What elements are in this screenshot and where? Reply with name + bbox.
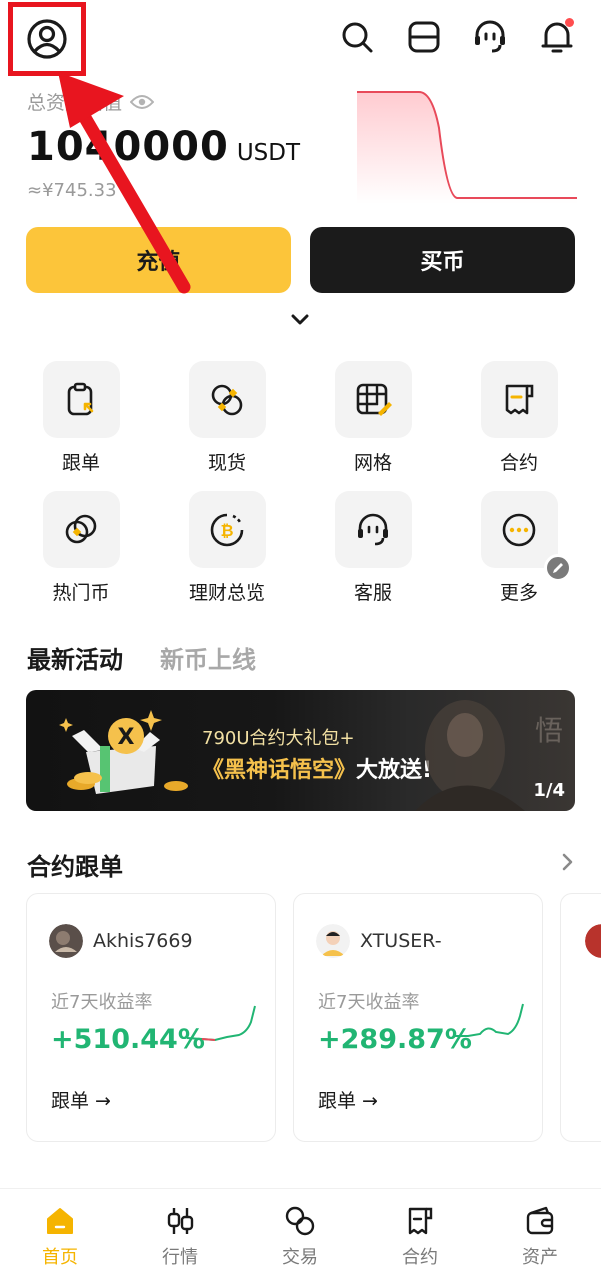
edit-icon[interactable] — [543, 554, 572, 582]
grid-item-customer-service[interactable]: 客服 — [313, 491, 433, 611]
balance-amount: 1040000 — [27, 124, 229, 170]
search-icon — [342, 22, 373, 53]
contract-icon — [480, 361, 558, 438]
copy-trade-icon — [42, 361, 120, 438]
grid-item-earn-overview[interactable]: ₿ 理财总览 — [167, 491, 287, 611]
tab-new-listings[interactable]: 新币上线 — [160, 640, 256, 675]
nav-market[interactable]: 行情 — [140, 1205, 220, 1269]
grid-item-more[interactable]: 更多 — [459, 491, 579, 611]
copy-trade-title: 合约跟单 — [27, 853, 123, 881]
nav-label: 资产 — [522, 1247, 558, 1268]
grid-label: 网格 — [353, 452, 392, 474]
grid-label: 客服 — [353, 582, 392, 604]
notification-dot — [565, 18, 574, 27]
banner-line-2-highlight: 《黑神话悟空》 — [202, 758, 357, 783]
svg-text:₿: ₿ — [220, 521, 233, 540]
grid-label: 合约 — [499, 452, 538, 474]
bottom-nav: 首页 行情 交易 合约 资产 — [0, 1188, 601, 1280]
grid-label: 热门币 — [52, 582, 110, 604]
svg-text:悟: 悟 — [535, 714, 563, 747]
trader-sparkline — [187, 1005, 256, 1042]
nav-label: 行情 — [162, 1247, 198, 1268]
balance-unit: USDT — [236, 140, 301, 166]
trade-icon — [285, 1206, 315, 1236]
avatar — [49, 924, 83, 958]
trader-info: XTUSER- — [316, 924, 442, 958]
grid-label: 跟单 — [61, 452, 100, 474]
banner-pagination: 1/4 — [533, 780, 565, 801]
notification-button[interactable] — [538, 18, 576, 56]
grid-item-spot[interactable]: 现货 — [167, 361, 287, 481]
trader-card[interactable]: Akhis7669 近7天收益率 +510.44% 跟单 → — [26, 893, 276, 1142]
banner-line-1: 790U合约大礼包+ — [202, 728, 355, 749]
profile-button[interactable] — [8, 2, 86, 76]
grid-item-copy-trade[interactable]: 跟单 — [21, 361, 141, 481]
chevron-right-icon — [562, 853, 573, 871]
trader-sparkline — [454, 1003, 524, 1037]
balance-cny: ≈¥745.33 — [27, 180, 117, 201]
scan-icon — [408, 21, 440, 53]
avatar — [585, 924, 601, 958]
grid-item-contract[interactable]: 合约 — [459, 361, 579, 481]
chevron-down-icon — [291, 314, 309, 325]
balance-label: 总资产估值 — [27, 88, 155, 115]
grid-icon — [334, 361, 412, 438]
trader-card[interactable]: XTUSER- 近7天收益率 +289.87% 跟单 → — [293, 893, 543, 1142]
return-value: +510.44% — [51, 1024, 205, 1055]
buy-crypto-button[interactable]: 买币 — [310, 227, 575, 293]
balance-value: 1040000 USDT — [27, 124, 300, 170]
nav-label: 合约 — [402, 1247, 438, 1268]
home-icon — [47, 1208, 73, 1234]
gift-box-illustration: X — [59, 710, 188, 794]
scan-button[interactable] — [405, 18, 443, 56]
return-label: 近7天收益率 — [318, 992, 420, 1013]
balance-label-text: 总资产估值 — [27, 92, 123, 114]
trader-name: XTUSER- — [360, 930, 442, 952]
grid-label: 理财总览 — [188, 582, 265, 604]
trader-name: Akhis7669 — [93, 930, 193, 952]
trader-info: Akhis7669 — [49, 924, 193, 958]
balance-sparkline — [357, 91, 577, 204]
grid-item-grid-trading[interactable]: 网格 — [313, 361, 433, 481]
return-value: +289.87% — [318, 1024, 472, 1055]
contract-icon — [408, 1207, 433, 1235]
svg-text:X: X — [118, 725, 135, 750]
nav-home[interactable]: 首页 — [20, 1205, 100, 1269]
earn-icon: ₿ — [188, 491, 266, 568]
tab-latest-activities[interactable]: 最新活动 — [27, 640, 123, 675]
grid-label: 更多 — [499, 582, 538, 604]
wallet-icon — [526, 1206, 554, 1235]
user-icon — [27, 19, 67, 59]
hot-coin-icon — [42, 491, 120, 568]
avatar — [316, 924, 350, 958]
grid-label: 现货 — [207, 452, 246, 474]
market-icon — [167, 1208, 194, 1234]
top-bar — [0, 0, 601, 80]
follow-button[interactable]: 跟单 → — [51, 1086, 111, 1113]
trader-card-partial[interactable] — [560, 893, 601, 1142]
promo-banner[interactable]: X 790U合约大礼包+ 《黑神话悟空》大放送! 悟 1/4 — [26, 690, 575, 811]
headset-icon — [475, 20, 505, 53]
nav-trade[interactable]: 交易 — [260, 1205, 340, 1269]
support-button[interactable] — [471, 18, 509, 56]
expand-button[interactable] — [288, 310, 312, 330]
spot-icon — [188, 361, 266, 438]
search-button[interactable] — [338, 18, 376, 56]
support-icon — [334, 491, 412, 568]
follow-button[interactable]: 跟单 → — [318, 1086, 378, 1113]
nav-assets[interactable]: 资产 — [500, 1205, 580, 1269]
nav-label: 首页 — [42, 1247, 78, 1268]
deposit-button[interactable]: 充值 — [26, 227, 291, 293]
more-icon — [480, 491, 572, 582]
copy-trade-more-button[interactable] — [558, 850, 578, 874]
nav-contract[interactable]: 合约 — [380, 1205, 460, 1269]
grid-item-hot-coin[interactable]: 热门币 — [21, 491, 141, 611]
return-label: 近7天收益率 — [51, 992, 153, 1013]
nav-label: 交易 — [282, 1247, 318, 1268]
eye-icon[interactable] — [130, 94, 155, 110]
